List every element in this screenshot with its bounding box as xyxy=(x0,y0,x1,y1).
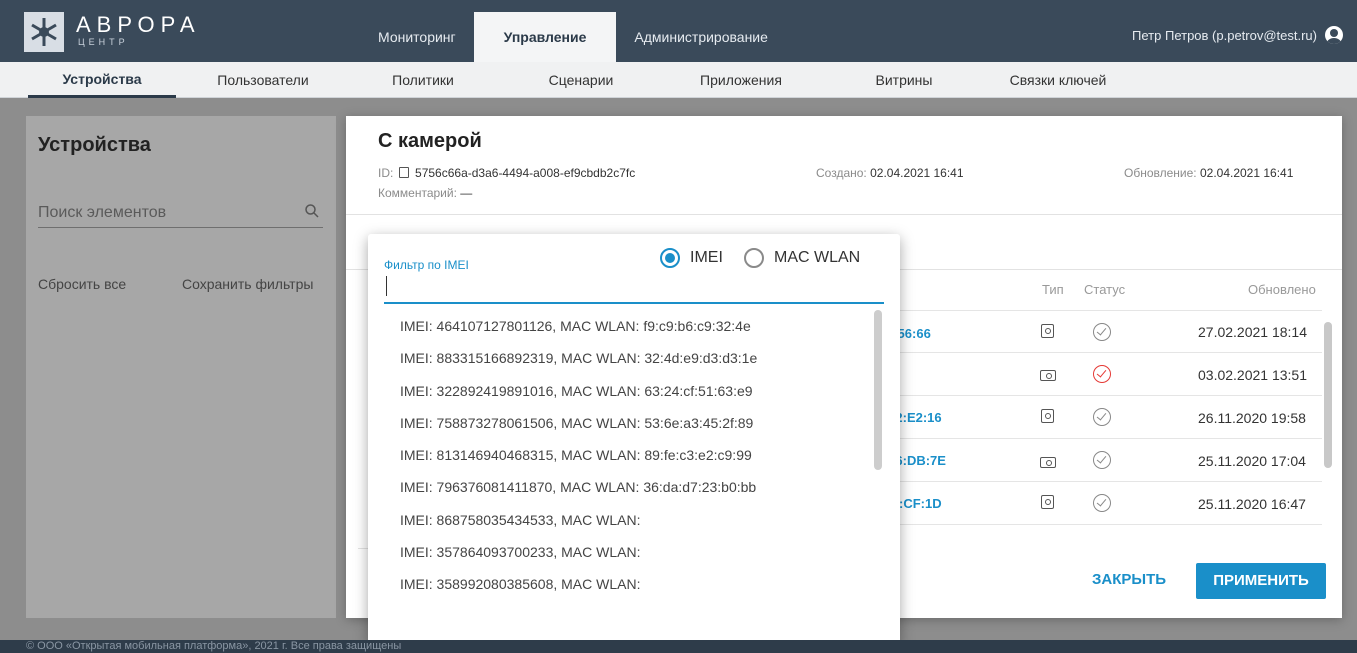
subnav-devices[interactable]: Устройства xyxy=(28,62,176,98)
dropdown-scrollbar[interactable] xyxy=(874,310,882,470)
updated-label: Обновление: xyxy=(1124,166,1197,180)
tablet-icon xyxy=(1040,370,1056,381)
column-updated: Обновлено xyxy=(1248,282,1316,297)
logo-subtitle: ЦЕНТР xyxy=(78,37,129,47)
search-input[interactable]: Поиск элементов xyxy=(38,198,323,228)
status-ok-icon xyxy=(1093,494,1111,512)
status-error-icon xyxy=(1093,365,1111,383)
dialog-comment: Комментарий: — xyxy=(378,186,472,200)
devices-filter-panel: Устройства Поиск элементов Сбросить все … xyxy=(26,116,336,618)
dialog-title: С камерой xyxy=(378,130,482,152)
panel-title: Устройства xyxy=(38,134,151,156)
updated-info: Обновление: 02.04.2021 16:41 xyxy=(1124,166,1293,180)
user-account-icon xyxy=(1325,26,1343,44)
created-value: 02.04.2021 16:41 xyxy=(870,166,964,180)
table-row-divider xyxy=(886,438,1322,439)
logo[interactable]: АВРОРА ЦЕНТР xyxy=(20,10,310,52)
subnav-keychains[interactable]: Связки ключей xyxy=(998,62,1118,98)
row-date: 27.02.2021 18:14 xyxy=(1198,324,1307,340)
phone-icon xyxy=(1041,495,1054,509)
table-scrollbar[interactable] xyxy=(1324,322,1332,468)
table-row-divider xyxy=(886,481,1322,482)
subnav-users[interactable]: Пользователи xyxy=(196,62,330,98)
id-label: ID: xyxy=(378,166,394,180)
radio-imei[interactable]: IMEI xyxy=(660,248,723,268)
created-info: Создано: 02.04.2021 16:41 xyxy=(816,166,964,180)
list-item[interactable]: IMEI: 464107127801126, MAC WLAN: f9:c9:b… xyxy=(368,310,900,342)
text-cursor xyxy=(386,276,387,296)
list-item[interactable]: IMEI: 322892419891016, MAC WLAN: 63:24:c… xyxy=(368,375,900,407)
radio-mac-label: MAC WLAN xyxy=(774,249,861,266)
subnav-policies[interactable]: Политики xyxy=(368,62,478,98)
save-filters-button[interactable]: Сохранить фильтры xyxy=(182,276,313,292)
list-item[interactable]: IMEI: 868758035434533, MAC WLAN: xyxy=(368,504,900,536)
reset-all-button[interactable]: Сбросить все xyxy=(38,276,126,292)
status-ok-icon xyxy=(1093,408,1111,426)
table-row-divider xyxy=(886,524,1322,525)
subnav-showcases[interactable]: Витрины xyxy=(854,62,954,98)
table-row-divider xyxy=(886,352,1322,353)
aurora-logo-icon xyxy=(24,12,64,52)
radio-mac-wlan[interactable]: MAC WLAN xyxy=(744,248,860,268)
table-row-divider xyxy=(886,310,1322,311)
id-value: 5756c66a-d3a6-4494-a008-ef9cbdb2c7fc xyxy=(415,166,636,180)
subnav-scenarios[interactable]: Сценарии xyxy=(528,62,634,98)
created-label: Создано: xyxy=(816,166,867,180)
main-nav: Мониторинг Управление Администрирование xyxy=(360,12,786,62)
imei-filter-input[interactable] xyxy=(384,276,884,304)
status-ok-icon xyxy=(1093,323,1111,341)
close-button[interactable]: ЗАКРЫТЬ xyxy=(1092,571,1166,588)
top-header: АВРОРА ЦЕНТР Мониторинг Управление Админ… xyxy=(0,0,1357,62)
header-divider xyxy=(346,214,1342,215)
list-item[interactable]: IMEI: 758873278061506, MAC WLAN: 53:6e:a… xyxy=(368,407,900,439)
phone-icon xyxy=(1041,324,1054,338)
row-date: 03.02.2021 13:51 xyxy=(1198,367,1307,383)
radio-selected-icon xyxy=(660,248,680,268)
subnav-applications[interactable]: Приложения xyxy=(676,62,806,98)
imei-options-list: IMEI: 464107127801126, MAC WLAN: f9:c9:b… xyxy=(368,310,900,601)
search-icon xyxy=(305,204,319,218)
nav-management[interactable]: Управление xyxy=(473,12,617,62)
updated-value: 02.04.2021 16:41 xyxy=(1199,166,1294,180)
row-date: 26.11.2020 19:58 xyxy=(1198,410,1306,426)
list-item[interactable]: IMEI: 796376081411870, MAC WLAN: 36:da:d… xyxy=(368,471,900,503)
phone-icon xyxy=(1041,409,1054,423)
radio-unselected-icon xyxy=(744,248,764,268)
user-name: Петр Петров (p.petrov@test.ru) xyxy=(1132,27,1317,43)
user-menu[interactable]: Петр Петров (p.petrov@test.ru) xyxy=(1132,26,1343,44)
list-item[interactable]: IMEI: 883315166892319, MAC WLAN: 32:4d:e… xyxy=(368,342,900,374)
nav-administration[interactable]: Администрирование xyxy=(616,12,786,62)
row-date: 25.11.2020 16:47 xyxy=(1198,496,1306,512)
column-type: Тип xyxy=(1042,282,1064,297)
copyright: © ООО «Открытая мобильная платформа», 20… xyxy=(26,640,402,652)
search-placeholder: Поиск элементов xyxy=(38,204,167,221)
nav-monitoring[interactable]: Мониторинг xyxy=(360,12,474,62)
table-row-divider xyxy=(886,395,1322,396)
logo-title: АВРОРА xyxy=(76,12,201,37)
apply-button[interactable]: ПРИМЕНИТЬ xyxy=(1196,563,1326,599)
radio-imei-label: IMEI xyxy=(690,249,723,266)
row-date: 25.11.2020 17:04 xyxy=(1198,453,1306,469)
list-item[interactable]: IMEI: 357864093700233, MAC WLAN: xyxy=(368,536,900,568)
dialog-id: ID: 5756c66a-d3a6-4494-a008-ef9cbdb2c7fc xyxy=(378,166,635,180)
imei-filter-dropdown: Фильтр по IMEI IMEI MAC WLAN IMEI: 46410… xyxy=(368,234,900,644)
comment-value: — xyxy=(460,186,473,200)
filter-label: Фильтр по IMEI xyxy=(384,258,469,272)
copy-icon[interactable] xyxy=(398,167,409,178)
tablet-icon xyxy=(1040,457,1056,468)
column-status: Статус xyxy=(1084,282,1126,297)
page-footer: © ООО «Открытая мобильная платформа», 20… xyxy=(0,640,1357,653)
list-item[interactable]: IMEI: 358992080385608, MAC WLAN: xyxy=(368,568,900,600)
status-ok-icon xyxy=(1093,451,1111,469)
sub-nav: Устройства Пользователи Политики Сценари… xyxy=(0,62,1357,98)
comment-label: Комментарий: xyxy=(378,186,457,200)
list-item[interactable]: IMEI: 813146940468315, MAC WLAN: 89:fe:c… xyxy=(368,439,900,471)
